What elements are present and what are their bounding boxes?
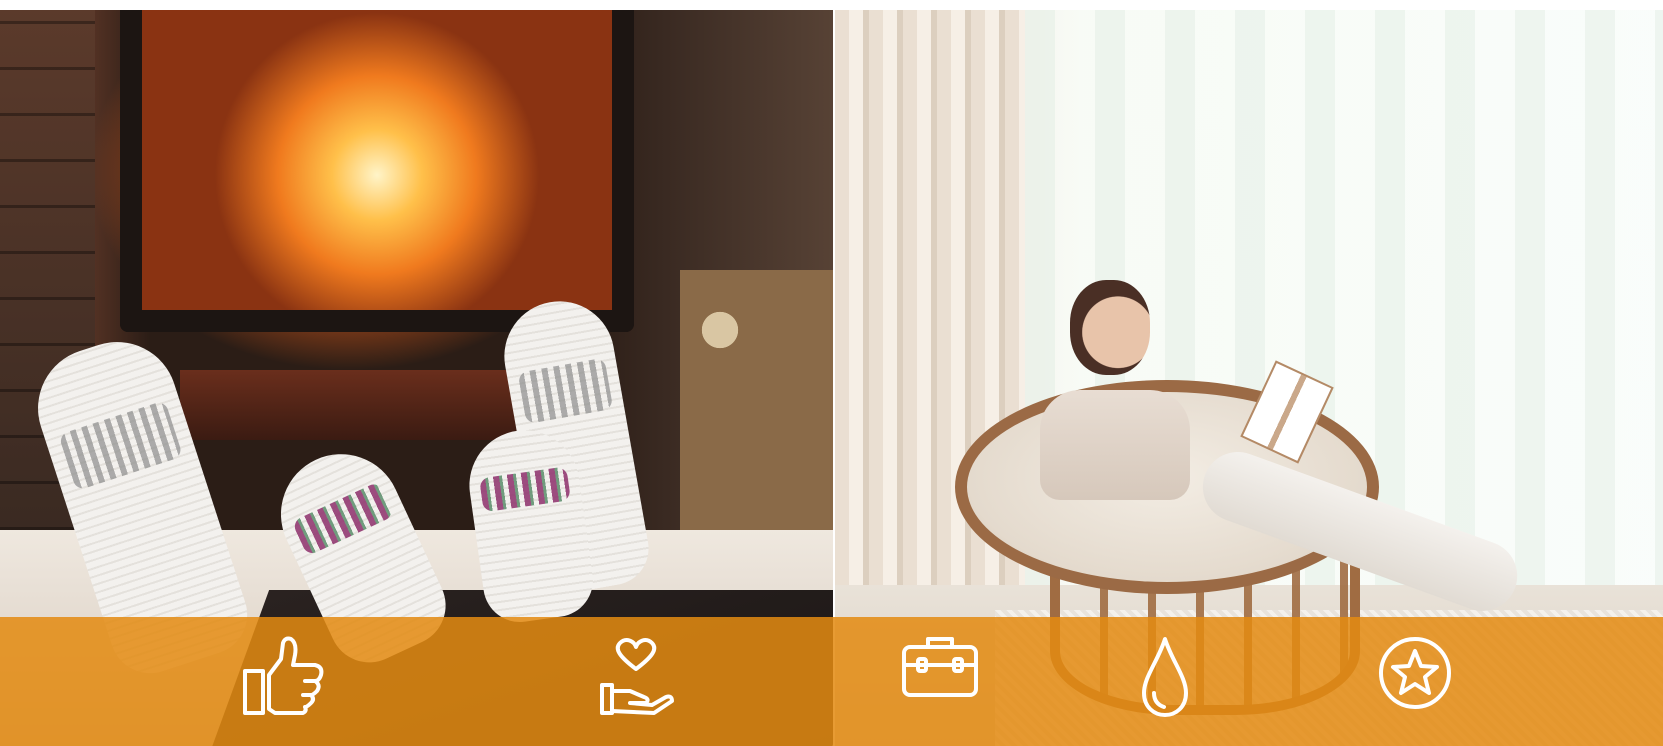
firewood-stack bbox=[680, 270, 833, 530]
fireplace-flames bbox=[120, 10, 634, 332]
thumbs-up-icon[interactable] bbox=[233, 635, 333, 735]
star-in-circle-icon[interactable] bbox=[1365, 635, 1465, 735]
person-body bbox=[1040, 390, 1190, 500]
briefcase-icon[interactable] bbox=[890, 635, 990, 735]
icon-bar bbox=[0, 617, 1663, 746]
person-head bbox=[1070, 280, 1150, 375]
water-drop-icon[interactable] bbox=[1115, 635, 1215, 735]
heart-in-hand-icon[interactable] bbox=[587, 635, 687, 735]
